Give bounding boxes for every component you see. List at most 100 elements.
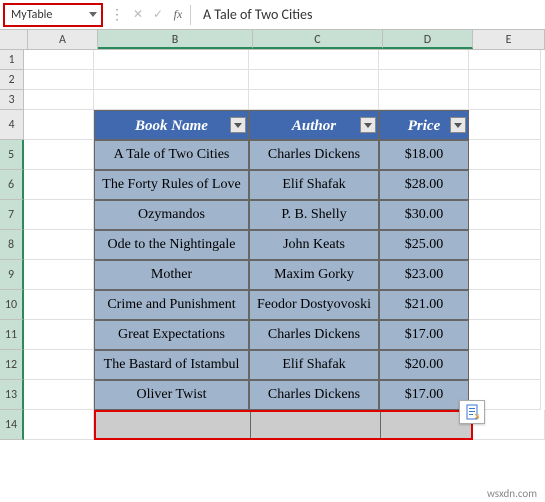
cell[interactable]: [469, 110, 541, 140]
cell[interactable]: [24, 70, 94, 90]
cell[interactable]: [24, 290, 94, 320]
row-header[interactable]: 2: [0, 70, 24, 90]
filter-button[interactable]: [360, 117, 376, 133]
cell[interactable]: [24, 260, 94, 290]
cell[interactable]: [469, 200, 541, 230]
cell-price[interactable]: $23.00: [379, 260, 469, 290]
cell[interactable]: [469, 70, 541, 90]
cell[interactable]: [94, 90, 249, 110]
cell[interactable]: [469, 320, 541, 350]
col-header-d[interactable]: D: [383, 30, 473, 49]
row-header[interactable]: 8: [0, 230, 24, 260]
row-header[interactable]: 9: [0, 260, 24, 290]
cell[interactable]: [24, 410, 94, 440]
cell-author[interactable]: Feodor Dostyovoski: [249, 290, 379, 320]
fx-icon: fx: [174, 7, 183, 22]
cell-price[interactable]: $21.00: [379, 290, 469, 320]
col-header-a[interactable]: A: [28, 30, 98, 49]
cell[interactable]: [24, 170, 94, 200]
table-header-author[interactable]: Author: [249, 110, 379, 140]
cell[interactable]: [381, 412, 471, 438]
cell-author[interactable]: John Keats: [249, 230, 379, 260]
filter-button[interactable]: [450, 117, 466, 133]
cell[interactable]: [379, 50, 469, 70]
cell-price[interactable]: $18.00: [379, 140, 469, 170]
row-header[interactable]: 5: [0, 140, 24, 170]
cell-bookname[interactable]: A Tale of Two Cities: [94, 140, 249, 170]
cell-bookname[interactable]: Ozymandos: [94, 200, 249, 230]
cell-author[interactable]: Charles Dickens: [249, 320, 379, 350]
cell[interactable]: [469, 290, 541, 320]
fx-button[interactable]: fx: [168, 5, 188, 25]
cell-bookname[interactable]: The Bastard of Istambul: [94, 350, 249, 380]
table-header-bookname[interactable]: Book Name: [94, 110, 249, 140]
cell[interactable]: [94, 50, 249, 70]
row-header[interactable]: 12: [0, 350, 24, 380]
cell-price[interactable]: $17.00: [379, 380, 469, 410]
cell[interactable]: [249, 90, 379, 110]
cell-price[interactable]: $20.00: [379, 350, 469, 380]
col-header-c[interactable]: C: [253, 30, 383, 49]
cell[interactable]: [24, 320, 94, 350]
cell[interactable]: [379, 90, 469, 110]
cell[interactable]: [24, 350, 94, 380]
cell[interactable]: [24, 110, 94, 140]
cell[interactable]: [469, 140, 541, 170]
cell-author[interactable]: Charles Dickens: [249, 380, 379, 410]
grid[interactable]: Book Name Author Price A Tale of Two Cit…: [24, 50, 545, 440]
cell-author[interactable]: Maxim Gorky: [249, 260, 379, 290]
cancel-button[interactable]: ✕: [128, 5, 148, 25]
cell-bookname[interactable]: Crime and Punishment: [94, 290, 249, 320]
empty-new-row[interactable]: [94, 410, 473, 440]
cell-bookname[interactable]: The Forty Rules of Love: [94, 170, 249, 200]
cell[interactable]: [24, 200, 94, 230]
cell[interactable]: [469, 90, 541, 110]
cell-author[interactable]: Charles Dickens: [249, 140, 379, 170]
cell[interactable]: [469, 50, 541, 70]
row-header[interactable]: 6: [0, 170, 24, 200]
cell-price[interactable]: $17.00: [379, 320, 469, 350]
formula-content[interactable]: A Tale of Two Cities: [193, 6, 312, 23]
cell[interactable]: [24, 50, 94, 70]
row-header[interactable]: 7: [0, 200, 24, 230]
cell-author[interactable]: P. B. Shelly: [249, 200, 379, 230]
cell[interactable]: [249, 50, 379, 70]
cell[interactable]: [96, 412, 251, 438]
cell-bookname[interactable]: Mother: [94, 260, 249, 290]
cell[interactable]: [469, 170, 541, 200]
cell-bookname[interactable]: Oliver Twist: [94, 380, 249, 410]
col-header-b[interactable]: B: [98, 30, 253, 49]
cell-price[interactable]: $30.00: [379, 200, 469, 230]
cell[interactable]: [24, 380, 94, 410]
filter-button[interactable]: [230, 117, 246, 133]
cell[interactable]: [379, 70, 469, 90]
select-all-corner[interactable]: [0, 30, 28, 49]
cell[interactable]: [24, 140, 94, 170]
cell-bookname[interactable]: Ode to the Nightingale: [94, 230, 249, 260]
name-box[interactable]: MyTable: [3, 3, 103, 27]
cell[interactable]: [94, 70, 249, 90]
row-header[interactable]: 13: [0, 380, 24, 410]
row-header[interactable]: 3: [0, 90, 24, 110]
enter-button[interactable]: ✓: [148, 5, 168, 25]
cell-author[interactable]: Elif Shafak: [249, 170, 379, 200]
cell[interactable]: [469, 350, 541, 380]
row-header[interactable]: 11: [0, 320, 24, 350]
cell[interactable]: [249, 70, 379, 90]
cell-bookname[interactable]: Great Expectations: [94, 320, 249, 350]
table-header-price[interactable]: Price: [379, 110, 469, 140]
cell[interactable]: [251, 412, 381, 438]
row-header[interactable]: 4: [0, 110, 24, 140]
col-header-e[interactable]: E: [473, 30, 545, 49]
autocorrect-options-button[interactable]: [459, 400, 485, 424]
cell-price[interactable]: $28.00: [379, 170, 469, 200]
cell[interactable]: [24, 90, 94, 110]
row-header[interactable]: 1: [0, 50, 24, 70]
row-header[interactable]: 14: [0, 410, 24, 440]
cell[interactable]: [469, 260, 541, 290]
cell-author[interactable]: Elif Shafak: [249, 350, 379, 380]
row-header[interactable]: 10: [0, 290, 24, 320]
cell[interactable]: [24, 230, 94, 260]
cell[interactable]: [469, 230, 541, 260]
cell-price[interactable]: $25.00: [379, 230, 469, 260]
